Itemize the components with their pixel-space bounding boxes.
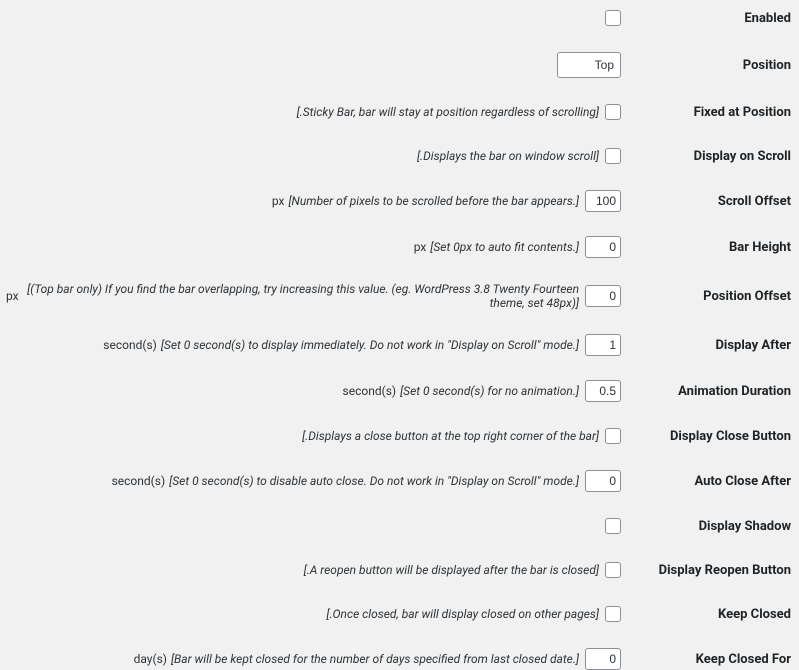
control-keep-closed: [.Once closed, bar will display closed o…: [6, 606, 621, 622]
hint-bar-height: [Set 0px to auto fit contents.]: [430, 240, 579, 254]
row-scroll-offset: px [Number of pixels to be scrolled befo…: [6, 190, 793, 212]
hint-display-close: [.Displays a close button at the top rig…: [302, 429, 599, 443]
hint-auto-close: [Set 0 second(s) to disable auto close. …: [169, 474, 579, 488]
control-enabled: [6, 10, 621, 26]
hint-position-offset: [(Top bar only) If you find the bar over…: [23, 282, 579, 310]
unit-display-after: second(s): [103, 338, 157, 352]
label-keep-closed-for: Keep Closed For: [631, 652, 793, 667]
keep-closed-for-input[interactable]: [585, 648, 621, 670]
keep-closed-checkbox[interactable]: [605, 606, 621, 622]
row-fixed: [.Sticky Bar, bar will stay at position …: [6, 102, 793, 122]
display-close-checkbox[interactable]: [605, 428, 621, 444]
hint-display-reopen: [.A reopen button will be displayed afte…: [304, 563, 599, 577]
row-display-reopen: [.A reopen button will be displayed afte…: [6, 560, 793, 580]
label-keep-closed: Keep Closed: [631, 607, 793, 622]
hint-scroll-offset: [Number of pixels to be scrolled before …: [288, 194, 579, 208]
control-position: Top: [6, 52, 621, 78]
row-keep-closed-for: day(s) [Bar will be kept closed for the …: [6, 648, 793, 670]
label-display-scroll: Display on Scroll: [631, 149, 793, 164]
control-bar-height: px [Set 0px to auto fit contents.]: [6, 236, 621, 258]
display-scroll-checkbox[interactable]: [605, 148, 621, 164]
hint-keep-closed-for: [Bar will be kept closed for the number …: [171, 652, 579, 666]
row-enabled: Enabled: [6, 8, 793, 28]
position-select-wrap: Top: [557, 52, 621, 78]
label-position-offset: Position Offset: [631, 289, 793, 304]
display-after-input[interactable]: [585, 334, 621, 356]
unit-bar-height: px: [414, 240, 427, 254]
row-display-after: second(s) [Set 0 second(s) to display im…: [6, 334, 793, 356]
hint-keep-closed: [.Once closed, bar will display closed o…: [326, 607, 599, 621]
hint-display-scroll: [.Displays the bar on window scroll]: [417, 149, 599, 163]
row-display-scroll: [.Displays the bar on window scroll] Dis…: [6, 146, 793, 166]
control-keep-closed-for: day(s) [Bar will be kept closed for the …: [6, 648, 621, 670]
control-scroll-offset: px [Number of pixels to be scrolled befo…: [6, 190, 621, 212]
label-scroll-offset: Scroll Offset: [631, 194, 793, 209]
control-display-after: second(s) [Set 0 second(s) to display im…: [6, 334, 621, 356]
unit-scroll-offset: px: [272, 194, 285, 208]
control-display-close: [.Displays a close button at the top rig…: [6, 428, 621, 444]
control-animation-duration: second(s) [Set 0 second(s) for no animat…: [6, 380, 621, 402]
scroll-offset-input[interactable]: [585, 190, 621, 212]
hint-animation-duration: [Set 0 second(s) for no animation.]: [400, 384, 579, 398]
control-display-scroll: [.Displays the bar on window scroll]: [6, 148, 621, 164]
fixed-checkbox[interactable]: [605, 104, 621, 120]
display-reopen-checkbox[interactable]: [605, 562, 621, 578]
row-auto-close: second(s) [Set 0 second(s) to disable au…: [6, 470, 793, 492]
unit-animation-duration: second(s): [343, 384, 397, 398]
label-auto-close: Auto Close After: [631, 474, 793, 489]
unit-position-offset: px: [6, 289, 19, 303]
display-shadow-checkbox[interactable]: [605, 518, 621, 534]
control-position-offset: px [(Top bar only) If you find the bar o…: [6, 282, 621, 310]
unit-keep-closed-for: day(s): [134, 652, 167, 666]
unit-auto-close: second(s): [112, 474, 166, 488]
label-position: Position: [631, 58, 793, 73]
label-enabled: Enabled: [631, 11, 793, 26]
control-display-reopen: [.A reopen button will be displayed afte…: [6, 562, 621, 578]
row-animation-duration: second(s) [Set 0 second(s) for no animat…: [6, 380, 793, 402]
hint-display-after: [Set 0 second(s) to display immediately.…: [161, 338, 579, 352]
enabled-checkbox[interactable]: [605, 10, 621, 26]
row-keep-closed: [.Once closed, bar will display closed o…: [6, 604, 793, 624]
control-auto-close: second(s) [Set 0 second(s) to disable au…: [6, 470, 621, 492]
row-position-offset: px [(Top bar only) If you find the bar o…: [6, 282, 793, 310]
label-display-after: Display After: [631, 338, 793, 353]
position-offset-input[interactable]: [585, 285, 621, 307]
control-fixed: [.Sticky Bar, bar will stay at position …: [6, 104, 621, 120]
label-bar-height: Bar Height: [631, 240, 793, 255]
label-fixed: Fixed at Position: [631, 105, 793, 120]
row-display-close: [.Displays a close button at the top rig…: [6, 426, 793, 446]
row-bar-height: px [Set 0px to auto fit contents.] Bar H…: [6, 236, 793, 258]
bar-height-input[interactable]: [585, 236, 621, 258]
label-display-reopen: Display Reopen Button: [631, 563, 793, 578]
auto-close-input[interactable]: [585, 470, 621, 492]
row-position: Top Position: [6, 52, 793, 78]
label-display-close: Display Close Button: [631, 429, 793, 444]
label-display-shadow: Display Shadow: [631, 519, 793, 534]
position-select[interactable]: Top: [557, 52, 621, 78]
hint-fixed: [.Sticky Bar, bar will stay at position …: [297, 105, 599, 119]
control-display-shadow: [6, 518, 621, 534]
row-display-shadow: Display Shadow: [6, 516, 793, 536]
animation-duration-input[interactable]: [585, 380, 621, 402]
label-animation-duration: Animation Duration: [631, 384, 793, 399]
